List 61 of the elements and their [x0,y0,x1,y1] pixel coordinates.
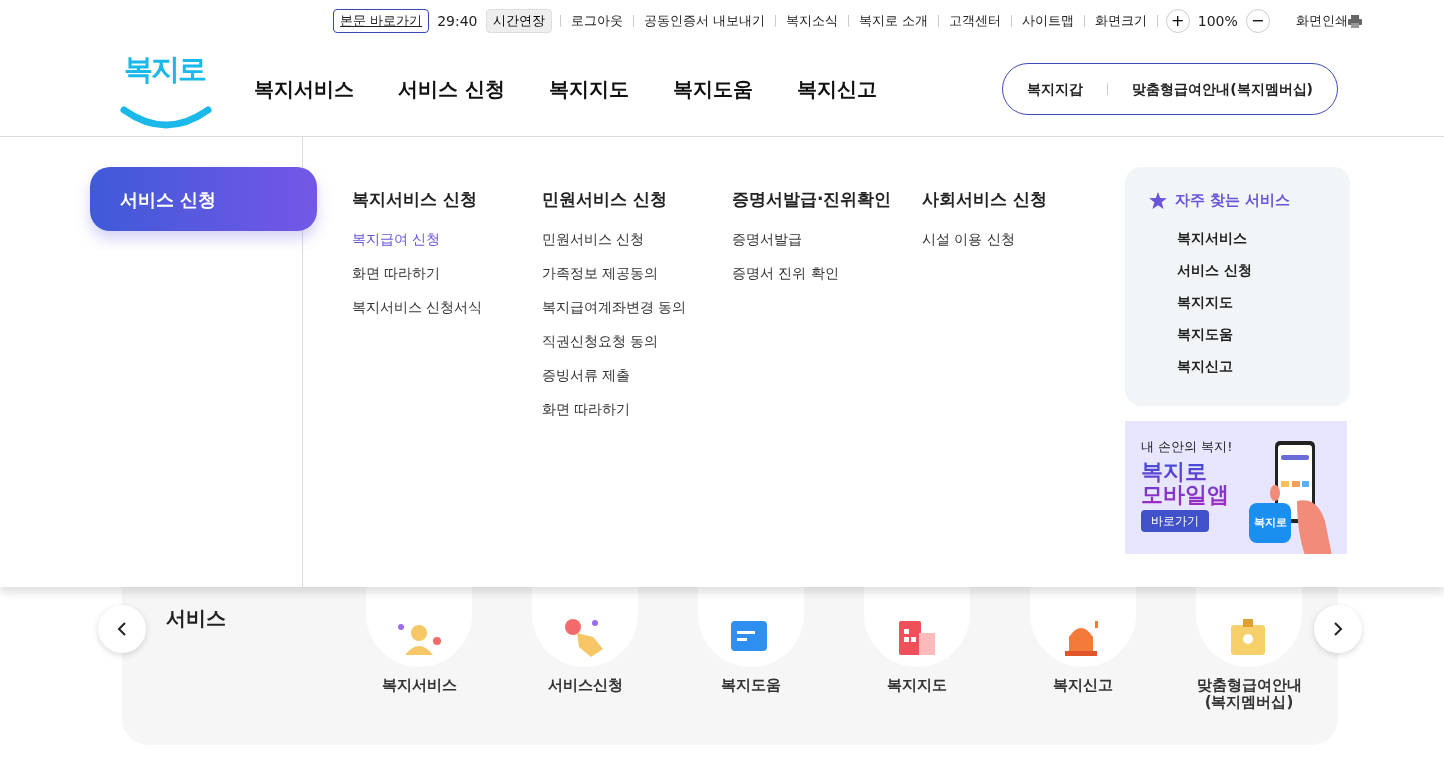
star-icon [1149,191,1167,209]
zoom-out-button[interactable]: − [1245,9,1270,33]
chevron-icon [1333,621,1343,637]
top-link[interactable]: 복지로 소개 [848,11,938,31]
top-link[interactable]: 복지소식 [775,11,848,31]
menu-link[interactable]: 화면 따라하기 [542,399,732,421]
quick-link[interactable]: 맞춤형급여안내(복지멤버십) [1132,78,1313,100]
top-link[interactable]: 사이트맵 [1011,11,1084,31]
nav-link[interactable]: 복지도움 [672,74,753,104]
service-label[interactable]: 서비스신청 [502,677,668,694]
menu-link[interactable]: 시설 이용 신청 [922,229,1112,251]
menu-link[interactable]: 복지서비스 신청서식 [352,297,542,319]
printer-icon[interactable] [1347,14,1362,28]
nav-link[interactable]: 복지신고 [796,74,877,104]
skip-link[interactable]: 본문 바로가기 [333,9,430,33]
extend-button[interactable]: 시간연장 [485,9,552,33]
menu-heading: 민원서비스 신청 [542,189,668,210]
app-icon: 복지로 [1249,502,1291,543]
menu-link[interactable]: 복지급여 신청 [352,229,542,251]
section-heading: 서비스 [166,605,226,632]
menu-link[interactable]: 복지급여계좌변경 동의 [542,297,732,319]
zoom-value: 100% [1197,11,1238,31]
nav-link[interactable]: 복지서비스 [254,74,354,104]
menu-heading: 복지서비스 신청 [352,189,478,210]
chevron-icon [117,621,127,637]
smile-icon [120,106,212,132]
top-link[interactable]: 고객센터 [938,11,1011,31]
menu-link[interactable]: 민원서비스 신청 [542,229,732,251]
favorite-link[interactable]: 서비스 신청 [1177,259,1350,281]
favorite-link[interactable]: 복지서비스 [1177,227,1350,249]
menu-link[interactable]: 화면 따라하기 [352,263,542,285]
top-link[interactable]: 화면크기 [1084,11,1157,31]
service-label[interactable]: 복지도움 [668,677,834,694]
quick-link[interactable]: 복지지갑 [1027,78,1084,100]
menu-link[interactable]: 증명서 진위 확인 [732,263,922,285]
zoom-in-button[interactable]: + [1165,9,1190,33]
menu-link[interactable]: 직권신청요청 동의 [542,331,732,353]
service-label[interactable]: 복지신고 [1000,677,1166,694]
favorites-title: 자주 찾는 서비스 [1175,190,1291,211]
nav-link[interactable]: 복지지도 [548,74,629,104]
print-link[interactable]: 화면인쇄 [1285,11,1348,31]
nav-link[interactable]: 서비스 신청 [398,74,505,104]
menu-link[interactable]: 증명서발급 [732,229,922,251]
category-tab[interactable]: 서비스 신청 [90,167,317,231]
banner-button[interactable]: 바로가기 [1141,510,1209,533]
service-label[interactable]: 복지서비스 [336,677,502,694]
timer-text: 29:40 [437,11,478,31]
menu-heading: 사회서비스 신청 [922,189,1048,210]
banner-tagline: 내 손안의 복지! [1141,437,1234,456]
service-label[interactable]: 맞춤형급여안내 (복지멤버십) [1166,677,1332,710]
menu-heading: 증명서발급·진위확인 [732,189,893,210]
top-link[interactable]: 로그아웃 [560,11,633,31]
top-link[interactable]: 공동인증서 내보내기 [633,11,775,31]
logo-text: 복지로 [124,51,205,88]
favorite-link[interactable]: 복지지도 [1177,291,1350,313]
service-label[interactable]: 복지지도 [834,677,1000,694]
app-banner[interactable]: 내 손안의 복지! 복지로 모바일앱 바로가기 복지로 [1125,420,1347,554]
menu-link[interactable]: 가족정보 제공동의 [542,263,732,285]
menu-link[interactable]: 증빙서류 제출 [542,365,732,387]
favorite-link[interactable]: 복지도움 [1177,323,1350,345]
favorite-link[interactable]: 복지신고 [1177,355,1350,377]
